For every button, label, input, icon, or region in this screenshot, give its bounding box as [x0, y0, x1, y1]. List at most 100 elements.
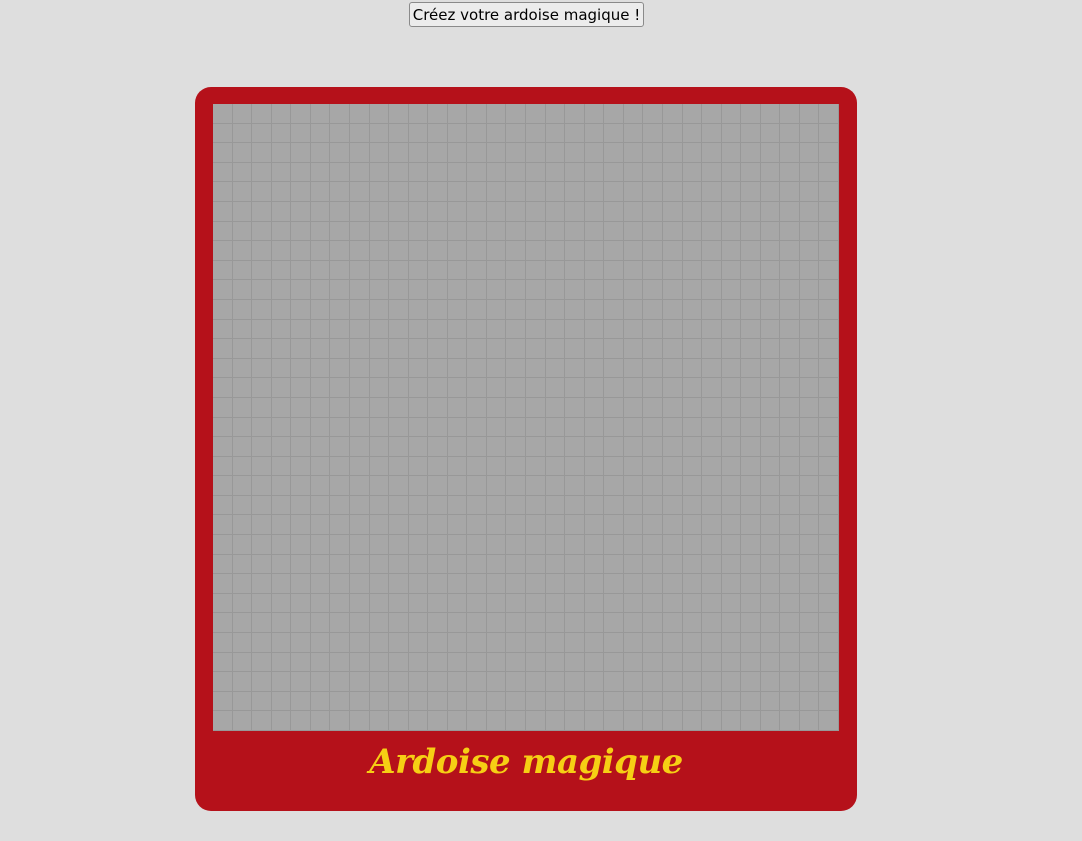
grid-cell[interactable] [643, 162, 663, 183]
grid-cell[interactable] [447, 397, 468, 418]
grid-cell[interactable] [467, 241, 487, 261]
grid-cell[interactable] [428, 456, 448, 477]
grid-cell[interactable] [447, 378, 468, 398]
grid-cell[interactable] [232, 613, 253, 634]
grid-cell[interactable] [584, 652, 605, 673]
grid-cell[interactable] [643, 280, 663, 300]
grid-cell[interactable] [349, 182, 370, 202]
grid-cell[interactable] [447, 613, 468, 634]
grid-cell[interactable] [643, 652, 663, 673]
grid-cell[interactable] [291, 182, 311, 202]
grid-cell[interactable] [565, 378, 585, 398]
grid-cell[interactable] [662, 456, 683, 477]
grid-cell[interactable] [623, 691, 644, 712]
grid-cell[interactable] [799, 633, 820, 653]
grid-cell[interactable] [741, 613, 761, 634]
grid-cell[interactable] [232, 299, 253, 320]
grid-cell[interactable] [330, 633, 350, 653]
grid-cell[interactable] [310, 574, 331, 594]
grid-cell[interactable] [604, 280, 624, 300]
grid-cell[interactable] [291, 495, 311, 516]
grid-cell[interactable] [232, 495, 253, 516]
grid-cell[interactable] [408, 691, 429, 712]
grid-cell[interactable] [682, 143, 703, 163]
grid-cell[interactable] [467, 456, 487, 477]
grid-cell[interactable] [799, 711, 820, 731]
grid-cell[interactable] [232, 672, 253, 692]
grid-cell[interactable] [232, 201, 253, 222]
grid-cell[interactable] [702, 280, 722, 300]
grid-cell[interactable] [467, 397, 487, 418]
grid-cell[interactable] [330, 241, 350, 261]
grid-cell[interactable] [232, 437, 253, 457]
grid-cell[interactable] [389, 182, 409, 202]
grid-cell[interactable] [213, 495, 233, 516]
grid-cell[interactable] [428, 633, 448, 653]
grid-cell[interactable] [760, 201, 781, 222]
grid-cell[interactable] [643, 182, 663, 202]
grid-cell[interactable] [545, 417, 566, 438]
grid-cell[interactable] [330, 397, 350, 418]
grid-cell[interactable] [330, 495, 350, 516]
grid-cell[interactable] [506, 711, 526, 731]
grid-cell[interactable] [252, 123, 272, 144]
grid-cell[interactable] [780, 672, 800, 692]
grid-cell[interactable] [565, 476, 585, 496]
grid-cell[interactable] [252, 201, 272, 222]
grid-cell[interactable] [408, 476, 429, 496]
grid-cell[interactable] [623, 241, 644, 261]
grid-cell[interactable] [526, 476, 546, 496]
grid-cell[interactable] [506, 241, 526, 261]
grid-cell[interactable] [604, 143, 624, 163]
grid-cell[interactable] [545, 339, 566, 359]
grid-cell[interactable] [408, 123, 429, 144]
grid-cell[interactable] [310, 221, 331, 242]
grid-cell[interactable] [506, 260, 526, 281]
grid-cell[interactable] [623, 535, 644, 555]
grid-cell[interactable] [408, 280, 429, 300]
grid-cell[interactable] [565, 652, 585, 673]
grid-cell[interactable] [526, 495, 546, 516]
grid-cell[interactable] [467, 104, 487, 124]
grid-cell[interactable] [447, 476, 468, 496]
grid-cell[interactable] [349, 456, 370, 477]
grid-cell[interactable] [213, 515, 233, 536]
grid-cell[interactable] [604, 495, 624, 516]
grid-cell[interactable] [467, 633, 487, 653]
grid-cell[interactable] [506, 397, 526, 418]
grid-cell[interactable] [604, 437, 624, 457]
grid-cell[interactable] [447, 711, 468, 731]
grid-cell[interactable] [702, 711, 722, 731]
grid-cell[interactable] [760, 495, 781, 516]
grid-cell[interactable] [232, 260, 253, 281]
grid-cell[interactable] [369, 123, 390, 144]
grid-cell[interactable] [584, 182, 605, 202]
grid-cell[interactable] [584, 358, 605, 379]
grid-cell[interactable] [349, 574, 370, 594]
grid-cell[interactable] [213, 182, 233, 202]
grid-cell[interactable] [330, 260, 350, 281]
grid-cell[interactable] [662, 378, 683, 398]
grid-cell[interactable] [819, 143, 839, 163]
grid-cell[interactable] [760, 143, 781, 163]
grid-cell[interactable] [271, 241, 292, 261]
grid-cell[interactable] [799, 260, 820, 281]
grid-cell[interactable] [584, 260, 605, 281]
grid-cell[interactable] [721, 593, 742, 614]
grid-cell[interactable] [721, 515, 742, 536]
grid-cell[interactable] [232, 456, 253, 477]
grid-cell[interactable] [506, 280, 526, 300]
grid-cell[interactable] [584, 711, 605, 731]
grid-cell[interactable] [604, 378, 624, 398]
grid-cell[interactable] [799, 378, 820, 398]
grid-cell[interactable] [545, 280, 566, 300]
grid-cell[interactable] [545, 319, 566, 340]
grid-cell[interactable] [486, 593, 507, 614]
grid-cell[interactable] [721, 613, 742, 634]
grid-cell[interactable] [506, 691, 526, 712]
grid-cell[interactable] [389, 711, 409, 731]
grid-cell[interactable] [330, 711, 350, 731]
grid-cell[interactable] [291, 319, 311, 340]
grid-cell[interactable] [526, 143, 546, 163]
grid-cell[interactable] [349, 104, 370, 124]
